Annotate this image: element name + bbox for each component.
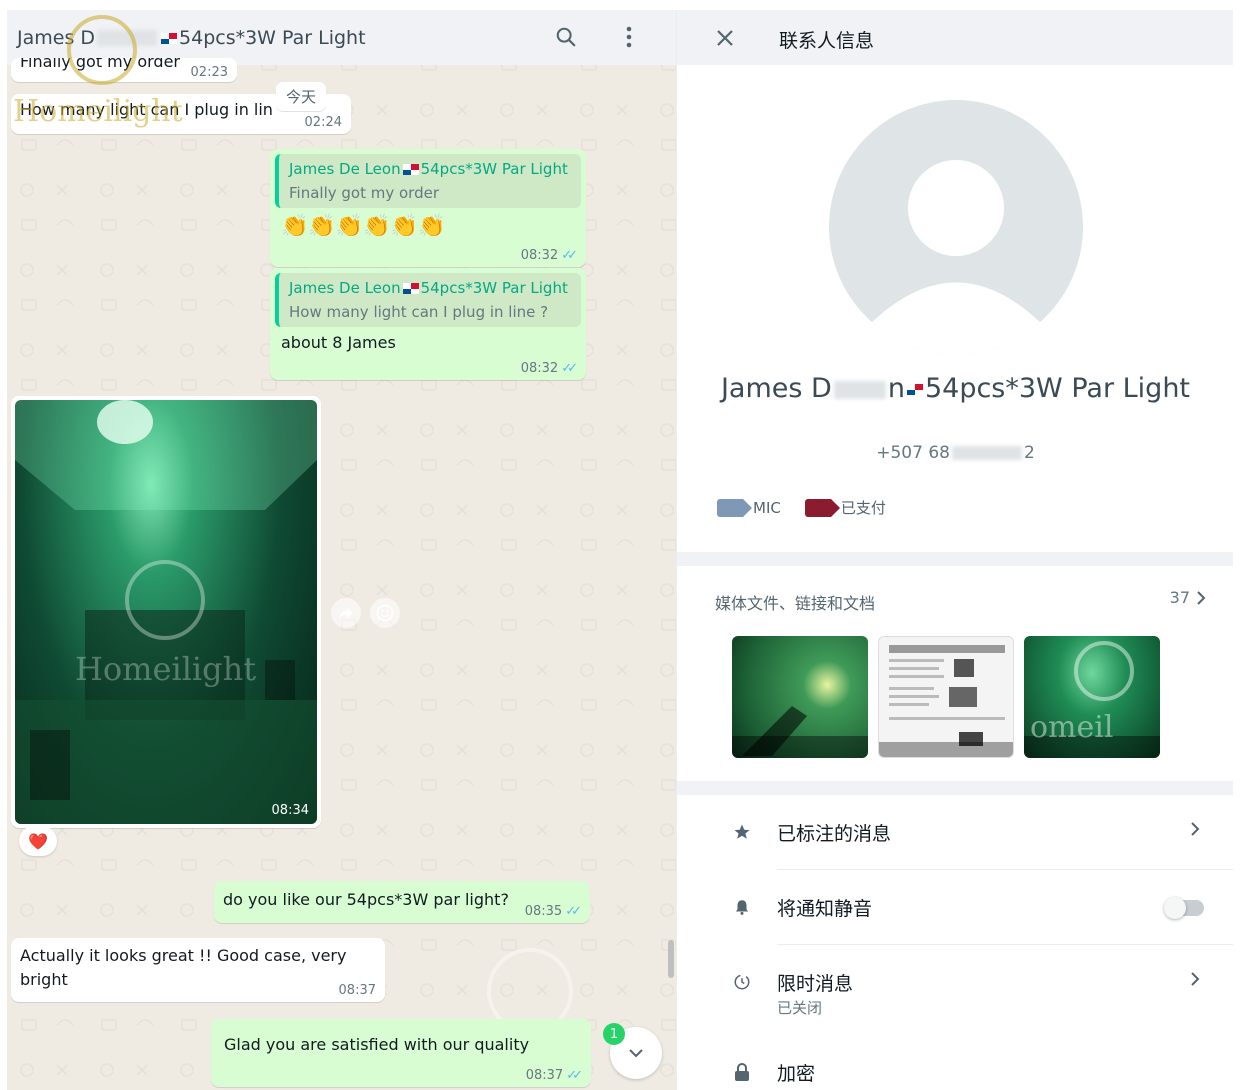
starred-messages-row[interactable]: 已标注的消息 [677,795,1233,869]
panama-flag-icon [402,164,419,175]
message-outgoing[interactable]: James De Leon 54pcs*3W Par Light How many… [270,268,586,380]
message-text: Actually it looks great !! Good case, ve… [20,946,347,989]
encryption-row[interactable]: 加密 [677,1035,1233,1090]
profile-section: James Dn 54pcs*3W Par Light +507 68 2 MIC … [677,65,1233,552]
chat-scrollbar[interactable] [668,940,674,978]
menu-icon[interactable] [614,22,644,52]
message-time: 02:23 [190,65,228,80]
star-icon [731,821,753,843]
close-icon[interactable] [711,24,739,52]
unread-count-badge: 1 [603,1023,625,1045]
double-check-icon: ✓✓ [566,1068,583,1083]
chat-title-product: 54pcs*3W Par Light [179,26,366,49]
quote-author: James De Leon 54pcs*3W Par Light [289,279,568,297]
panama-flag-icon [906,384,923,395]
chat-pane: James D 54pcs*3W Par Light Finally got my… [7,10,676,1090]
message-text: about 8 James [281,333,396,352]
message-time: 08:37 [338,983,376,998]
timer-icon [731,971,753,993]
date-chip: 今天 [276,82,327,111]
message-outgoing[interactable]: Glad you are satisfied with our quality … [211,1019,591,1087]
contact-info-header: 联系人信息 [677,10,1233,65]
panama-flag-icon [402,283,419,294]
thumbnail-scene [732,706,868,758]
contact-info-title: 联系人信息 [779,30,875,52]
row-label: 已标注的消息 [777,823,892,845]
double-check-icon: ✓✓ [561,361,578,376]
disappearing-messages-row[interactable]: 限时消息 已关闭 [677,945,1233,1019]
mute-notifications-row[interactable]: 将通知静音 [677,870,1233,944]
contact-labels: MIC 已支付 [717,497,886,518]
quote-text: Finally got my order [289,184,439,202]
message-time: 08:34 [271,803,309,818]
photo-scene [15,400,317,824]
lock-icon [731,1061,753,1083]
heart-icon: ❤️ [28,831,48,851]
label-tag-icon [804,498,840,517]
chevron-right-icon [1190,821,1200,841]
quoted-message[interactable]: James De Leon 54pcs*3W Par Light Finally … [275,154,581,208]
message-text: 👏👏👏👏👏👏 [281,214,446,239]
message-outgoing[interactable]: do you like our 54pcs*3W par light? 08:3… [214,881,590,923]
forward-icon[interactable] [331,598,361,628]
row-sublabel: 已关闭 [777,999,823,1017]
row-label: 加密 [777,1063,816,1085]
default-user-icon [869,160,1043,354]
document-thumbnail [879,645,1013,757]
watermark-text: Homeilight [13,94,183,129]
label-mic[interactable]: MIC [717,498,781,517]
mute-toggle[interactable] [1164,897,1204,919]
message-photo[interactable]: Homeilight 08:34 [11,396,321,828]
message-outgoing[interactable]: James De Leon 54pcs*3W Par Light Finally … [270,149,586,267]
quoted-message[interactable]: James De Leon 54pcs*3W Par Light How many… [275,273,581,327]
media-thumbnail[interactable]: omeil [1024,636,1160,758]
media-thumbnail[interactable] [878,636,1014,758]
message-time: 08:35 ✓✓ [524,904,582,919]
message-time: 02:24 [304,115,342,130]
label-paid[interactable]: 已支付 [804,497,886,518]
media-count-value: 37 [1169,588,1190,607]
media-count[interactable]: 37 [1170,588,1206,607]
contact-info-pane: 联系人信息 James Dn 54pcs*3W Par Light +507 68… [676,10,1233,1090]
double-check-icon: ✓✓ [561,248,578,263]
contact-name: James Dn 54pcs*3W Par Light [720,373,1191,404]
avatar[interactable] [829,100,1083,354]
heart-reaction[interactable]: ❤️ [19,826,57,856]
message-text: Glad you are satisfied with our quality [224,1035,530,1054]
label-tag-icon [717,498,752,517]
label-text: MIC [753,498,781,517]
watermark-text: omeil [1030,710,1114,745]
media-thumbnail[interactable] [732,636,868,758]
message-time: 08:37 ✓✓ [525,1068,583,1083]
settings-list: 已标注的消息 将通知静音 限时消息 已关闭 加密 [677,795,1233,1090]
emoji-reaction-icon[interactable] [370,598,400,628]
quote-author: James De Leon 54pcs*3W Par Light [289,160,568,178]
panama-flag-icon [161,32,178,44]
label-text: 已支付 [840,499,886,517]
redacted-name-blur [833,380,886,399]
message-time: 08:32 ✓✓ [520,248,578,263]
double-check-icon: ✓✓ [565,904,582,919]
event-hall-photo[interactable]: Homeilight 08:34 [15,400,317,824]
media-title: 媒体文件、链接和文档 [715,594,876,613]
whatsapp-web-window: James D 54pcs*3W Par Light Finally got my… [0,0,1243,1090]
homeilight-logo-watermark [67,15,137,85]
quote-text: How many light can I plug in line ? [289,303,549,321]
row-label: 将通知静音 [777,898,873,920]
chevron-right-icon [1190,971,1200,991]
bell-icon [731,896,753,918]
row-label: 限时消息 [777,973,854,995]
contact-phone: +507 68 2 [876,443,1035,463]
chevron-down-icon [629,1049,643,1058]
message-time: 08:32 ✓✓ [520,361,578,376]
media-section[interactable]: 媒体文件、链接和文档 37 omeil [677,566,1233,781]
message-incoming[interactable]: Actually it looks great !! Good case, ve… [11,938,385,1002]
chevron-right-icon [1197,590,1206,605]
redacted-phone-blur [951,446,1022,460]
watermark-text: Homeilight [75,650,257,688]
search-icon[interactable] [551,22,581,52]
